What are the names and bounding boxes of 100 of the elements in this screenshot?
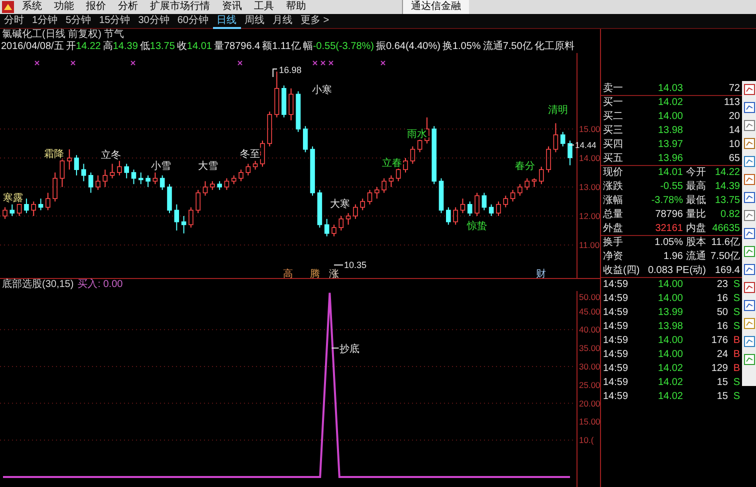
toolbar-icon[interactable] — [744, 300, 754, 311]
stat-value: 0.083 — [648, 264, 673, 278]
toolbar-icon[interactable] — [744, 156, 754, 167]
axis-tick-label: 50.00 — [579, 292, 600, 302]
tick-side: S — [732, 278, 740, 292]
app-logo-icon — [2, 1, 14, 13]
period-tab[interactable]: 30分钟 — [134, 14, 174, 28]
candle — [360, 198, 365, 211]
price-axis-label: 12.00 — [579, 211, 600, 221]
stat-label: 换手 — [603, 236, 623, 250]
tick-time: 14:59 — [603, 376, 630, 390]
candle — [24, 198, 29, 214]
candle — [102, 169, 108, 188]
candle — [296, 90, 301, 132]
solar-term-label: 冬至 — [240, 149, 260, 160]
tick-volume: 15 — [716, 390, 728, 404]
tick-side: B — [732, 348, 740, 362]
solar-term-label: 霜降 — [44, 149, 64, 160]
candle — [338, 216, 344, 231]
period-tab[interactable]: 1分钟 — [28, 14, 62, 28]
candle — [152, 172, 158, 185]
candle — [568, 140, 572, 166]
stat-value: 14.39 — [714, 180, 740, 194]
candle — [210, 180, 215, 190]
stat-value: -0.55 — [660, 180, 683, 194]
period-tab[interactable]: 60分钟 — [173, 14, 212, 28]
period-tab[interactable]: 周线 — [240, 14, 268, 28]
sector-label: 化工原料 — [534, 41, 574, 53]
menu-item[interactable]: 扩展市场行情 — [144, 0, 216, 14]
signal-mark: 高 — [283, 269, 293, 278]
stat-value: 7.50亿 — [710, 250, 740, 264]
toolbar-icon[interactable] — [744, 264, 754, 275]
tick-volume: 24 — [716, 348, 728, 362]
tick-price: 14.02 — [656, 362, 683, 376]
stat-value: -3.78% — [651, 194, 683, 208]
toolbar-icon[interactable] — [744, 120, 754, 131]
candle — [367, 189, 372, 205]
stat-value: 169.4 — [714, 264, 740, 278]
axis-tick-label: 15.00 — [579, 416, 600, 427]
quote-price: 14.03 — [656, 82, 683, 96]
axis-tick-label: 20.00 — [579, 398, 600, 408]
toolbar-icon[interactable] — [744, 210, 754, 221]
solar-term-label: 寒露 — [3, 193, 23, 204]
toolbar-icon[interactable] — [744, 318, 754, 329]
stat-label: 净资 — [603, 250, 623, 264]
candle — [403, 158, 408, 173]
candle — [267, 111, 272, 147]
candle — [38, 198, 44, 211]
candle — [496, 201, 501, 216]
stat-label: 内盘 — [686, 222, 706, 236]
menu-item[interactable]: 系统 — [16, 0, 48, 14]
candle — [188, 206, 194, 228]
bar-info-item: 开14.22 — [66, 41, 101, 53]
period-tab[interactable]: 15分钟 — [95, 14, 134, 28]
axis-tick-label: 25.00 — [579, 380, 600, 390]
candle — [238, 169, 244, 182]
candle — [260, 140, 265, 168]
period-tab[interactable]: 月线 — [268, 14, 296, 28]
quote-label: 买四 — [603, 138, 624, 152]
menu-item[interactable]: 功能 — [48, 0, 80, 14]
bar-info-item: 量78796.4 — [214, 41, 260, 53]
toolbar-icon[interactable] — [744, 102, 754, 113]
tick-time: 14:59 — [603, 390, 630, 404]
chart-title: 氯碱化工(日线 前复权) 节气 — [1, 29, 126, 40]
menu-item[interactable]: 工具 — [248, 0, 280, 14]
menu-item[interactable]: 帮助 — [280, 0, 312, 14]
candle — [60, 158, 65, 188]
toolbar-icon[interactable] — [744, 174, 754, 185]
toolbar-icon[interactable] — [744, 192, 754, 203]
toolbar-icon[interactable] — [744, 228, 754, 239]
tick-price: 14.00 — [656, 292, 683, 306]
bar-info-item: 高14.39 — [102, 41, 138, 53]
period-tab[interactable]: 日线 — [212, 14, 240, 28]
menu-item[interactable]: 分析 — [112, 0, 144, 14]
axis-tick-label: 10.( — [579, 435, 594, 446]
quote-label: 卖一 — [603, 82, 624, 96]
period-tab[interactable]: 分时 — [0, 14, 28, 28]
toolbar-icon[interactable] — [744, 282, 754, 293]
toolbar-icon[interactable] — [744, 336, 754, 347]
toolbar-icon[interactable] — [744, 246, 754, 257]
period-tab[interactable]: 5分钟 — [62, 14, 96, 28]
price-axis-label: 14.00 — [579, 153, 600, 163]
candle — [167, 184, 172, 214]
quote-label: 买三 — [603, 124, 624, 138]
menu-item[interactable]: 资讯 — [216, 0, 248, 14]
stat-value: 1.05% — [654, 236, 683, 250]
candle — [460, 198, 466, 214]
price-axis-label: 11.00 — [579, 240, 600, 250]
toolbar-icon[interactable] — [744, 84, 754, 95]
toolbar-icon[interactable] — [744, 354, 754, 365]
tick-side: B — [732, 362, 740, 376]
tick-side: S — [732, 376, 740, 390]
period-tab[interactable]: 更多 > — [296, 14, 334, 28]
candle — [417, 137, 422, 153]
toolbar-icon[interactable] — [744, 138, 754, 149]
solar-term-label: 大寒 — [330, 199, 350, 210]
quote-price: 13.97 — [656, 138, 683, 152]
menu-item[interactable]: 报价 — [80, 0, 112, 14]
tick-side: S — [732, 320, 740, 334]
tick-volume: 15 — [716, 376, 728, 390]
